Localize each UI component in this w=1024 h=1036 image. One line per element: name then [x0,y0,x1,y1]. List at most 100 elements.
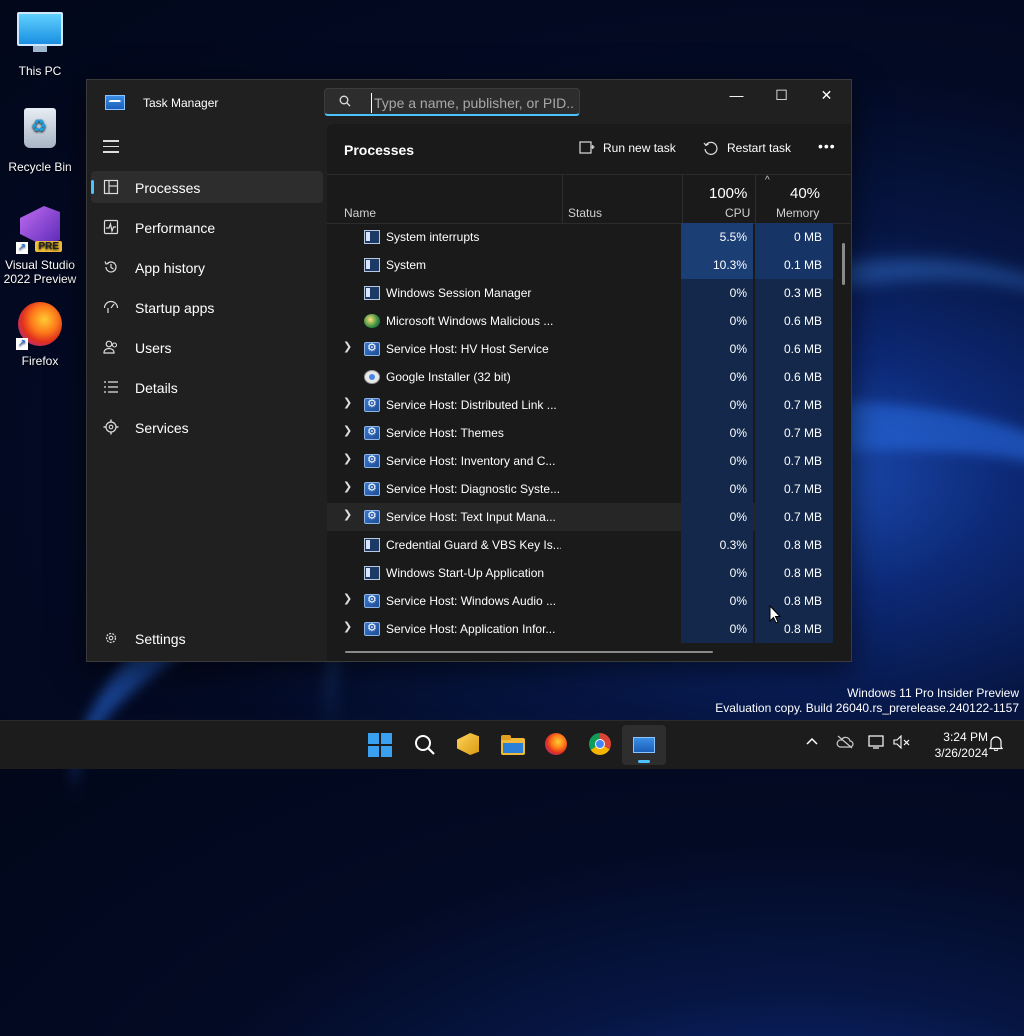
process-row[interactable]: ❯ Service Host: Themes 0%0.7 MB [327,419,833,447]
desktop-icon-recycle-bin[interactable]: Recycle Bin [0,104,80,174]
process-cpu: 0% [681,447,753,475]
process-row[interactable]: Credential Guard & VBS Key Is... 0.3% 0.8 … [327,531,833,559]
process-row[interactable]: ❯ Service Host: Inventory and C... 0%0.7 M… [327,447,833,475]
process-cpu: 0% [681,559,753,587]
details-icon [104,381,118,393]
process-memory: 0.3 MB [755,279,833,307]
expand-chevron-icon[interactable]: ❯ [343,482,353,493]
service-process-icon [364,509,380,524]
title-bar[interactable]: Task Manager — ☐ ✕ [87,80,851,124]
process-row[interactable]: Windows Start-Up Application 0% 0.8 MB [327,559,833,587]
process-name: Google Installer (32 bit) [386,370,511,384]
vs-preview-icon[interactable] [457,733,481,757]
sidebar-item-performance[interactable]: Performance [91,211,323,243]
settings-label: Settings [135,631,186,647]
processes-pane: Processes Run new task Restart task ••• … [327,124,851,661]
system-clock[interactable]: 3:24 PM 3/26/2024 [918,729,988,761]
sidebar-item-details[interactable]: Details [91,371,323,403]
column-divider[interactable] [755,175,756,223]
expand-chevron-icon[interactable]: ❯ [343,426,353,437]
column-header-status[interactable]: Status [568,206,602,220]
process-cpu: 0% [681,335,753,363]
horizontal-scrollbar[interactable] [345,651,713,653]
service-process-icon [364,453,380,468]
sidebar-item-settings[interactable]: Settings [91,622,323,654]
minimize-button[interactable]: — [714,80,759,110]
sidebar-item-services[interactable]: Services [91,411,323,443]
hamburger-menu-icon[interactable] [103,140,119,154]
task-manager-icon [105,95,125,110]
process-row[interactable]: Windows Session Manager 0% 0.3 MB [327,279,833,307]
run-task-icon [579,141,595,154]
task-manager-icon[interactable] [633,733,657,757]
expand-chevron-icon[interactable]: ❯ [343,454,353,465]
desktop-icon-visual-studio[interactable]: PRE ↗ Visual Studio 2022 Preview [0,202,80,286]
service-process-icon [364,425,380,440]
system-process-icon [364,566,380,580]
process-row[interactable]: Google Installer (32 bit) 0% 0.6 MB [327,363,833,391]
process-row[interactable]: ❯ Service Host: HV Host Service 0%0.6 MB [327,335,833,363]
search-icon[interactable] [413,733,437,757]
google-process-icon [364,370,380,384]
column-header-memory[interactable]: Memory [776,206,819,220]
close-button[interactable]: ✕ [804,80,849,110]
more-options-icon[interactable]: ••• [818,138,836,154]
process-cpu: 0.3% [681,531,753,559]
firefox-icon: ↗ [16,302,64,350]
desktop-icon-this-pc[interactable]: This PC [0,8,80,78]
process-row[interactable]: System 10.3% 0.1 MB [327,251,833,279]
restart-icon [703,141,718,155]
column-header-name[interactable]: Name [344,206,376,220]
column-header-cpu[interactable]: CPU [725,206,750,220]
network-icon[interactable] [868,735,886,752]
process-list: System interrupts 5.5% 0 MB System 10.3% 0.1 … [327,223,833,643]
process-row[interactable]: System interrupts 5.5% 0 MB [327,223,833,251]
expand-chevron-icon[interactable]: ❯ [343,510,353,521]
process-memory: 0.7 MB [755,503,833,531]
sidebar-item-users[interactable]: Users [91,331,323,363]
expand-chevron-icon[interactable]: ❯ [343,398,353,409]
sidebar-item-processes[interactable]: Processes [91,171,323,203]
process-row[interactable]: ❯ Service Host: Diagnostic Syste... 0%0.7 … [327,475,833,503]
notification-bell-icon[interactable] [988,735,1004,754]
sidebar-item-app-history[interactable]: App history [91,251,323,283]
maximize-button[interactable]: ☐ [759,80,804,110]
restart-task-button[interactable]: Restart task [703,141,791,155]
process-row[interactable]: Microsoft Windows Malicious ... 0% 0.6 MB [327,307,833,335]
chrome-icon[interactable] [589,733,613,757]
task-manager-window: Task Manager — ☐ ✕ Processes Performance… [86,79,852,662]
sidebar-item-label: Users [135,340,172,356]
process-name: Service Host: Themes [386,426,504,440]
file-explorer-icon[interactable] [501,733,525,757]
volume-muted-icon[interactable] [893,734,911,752]
recycle-bin-icon [16,108,64,156]
column-divider[interactable] [562,175,563,223]
process-memory: 0.7 MB [755,475,833,503]
process-row[interactable]: ❯ Service Host: Application Infor... 0%0.8… [327,615,833,643]
cpu-total-percent: 100% [709,185,748,202]
desktop-icon-firefox[interactable]: ↗ Firefox [0,300,80,368]
process-cpu: 10.3% [681,251,753,279]
process-row[interactable]: ❯ Service Host: Text Input Mana... 0%0.7 M… [327,503,833,531]
process-cpu: 0% [681,279,753,307]
process-row[interactable]: ❯ Service Host: Windows Audio ... 0%0.8 MB [327,587,833,615]
expand-chevron-icon[interactable]: ❯ [343,342,353,353]
run-new-task-button[interactable]: Run new task [579,141,676,155]
process-name: Windows Session Manager [386,286,532,300]
firefox-icon[interactable] [545,733,569,757]
expand-chevron-icon[interactable]: ❯ [343,622,353,633]
expand-chevron-icon[interactable]: ❯ [343,594,353,605]
start-icon[interactable] [368,733,392,757]
process-row[interactable]: ❯ Service Host: Distributed Link ... 0%0.7… [327,391,833,419]
process-memory: 0.8 MB [755,531,833,559]
sidebar-item-startup-apps[interactable]: Startup apps [91,291,323,323]
vertical-scrollbar[interactable] [842,243,845,285]
process-name: Windows Start-Up Application [386,566,545,580]
process-memory: 0.6 MB [755,335,833,363]
show-hidden-icons-chevron-icon[interactable] [805,735,819,752]
process-cpu: 0% [681,587,753,615]
search-box[interactable] [324,88,580,116]
onedrive-offline-icon[interactable] [836,735,854,752]
search-input[interactable] [371,93,576,113]
column-divider[interactable] [682,175,683,223]
